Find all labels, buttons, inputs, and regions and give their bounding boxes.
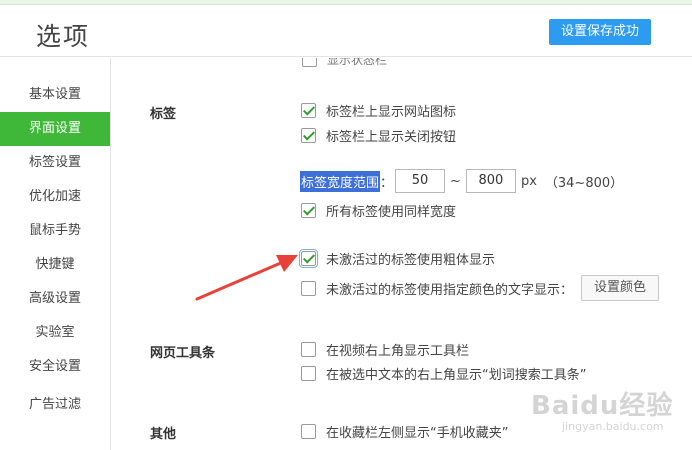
mobile-favorites-checkbox[interactable] [301, 424, 316, 439]
video-toolbar-checkbox[interactable] [301, 342, 316, 357]
tabs-section-title: 标签 [150, 107, 177, 122]
same-width-label: 所有标签使用同样宽度 [326, 205, 457, 220]
page-title: 选项 [36, 22, 91, 51]
save-status-button[interactable]: 设置保存成功 [549, 19, 651, 45]
inactive-color-row[interactable]: 未激活过的标签使用指定颜色的文字显示： 设置颜色 [301, 275, 660, 301]
sidebar: 基本设置 界面设置 标签设置 优化加速 鼠标手势 快捷键 高级设置 实验室 安全… [0, 58, 111, 450]
mobile-favorites-label: 在收藏栏左侧显示“手机收藏夹” [326, 426, 509, 441]
sidebar-item-gestures[interactable]: 鼠标手势 [0, 214, 110, 248]
inactive-bold-label: 未激活过的标签使用粗体显示 [326, 253, 496, 268]
tab-width-separator: ~ [450, 173, 461, 189]
show-close-button-label: 标签栏上显示关闭按钮 [326, 130, 457, 145]
status-bar-checkbox[interactable] [302, 58, 317, 67]
sidebar-item-advanced[interactable]: 高级设置 [0, 282, 110, 316]
show-site-icon-label: 标签栏上显示网站图标 [326, 105, 457, 120]
sidebar-item-basic[interactable]: 基本设置 [0, 78, 110, 112]
inactive-bold-row[interactable]: 未激活过的标签使用粗体显示 [299, 249, 496, 268]
tab-width-unit: px [520, 173, 537, 189]
watermark-brand: Baidu经验 [531, 391, 674, 421]
partial-top-row: 显示状态栏 [302, 58, 387, 68]
tab-width-range-row: 标签宽度范围 ： 50 ~ 800 px （34~800） [300, 169, 623, 193]
tab-width-range-colon: ： [380, 175, 394, 191]
show-site-icon-row[interactable]: 标签栏上显示网站图标 [301, 101, 456, 120]
selection-toolbar-checkbox[interactable] [301, 366, 316, 381]
video-toolbar-row[interactable]: 在视频右上角显示工具栏 [301, 340, 469, 359]
tab-width-max-input[interactable]: 800 [465, 169, 516, 193]
inactive-bold-checkbox[interactable] [299, 249, 318, 268]
header: 选项 设置保存成功 [0, 5, 692, 57]
sidebar-item-security[interactable]: 安全设置 [0, 350, 110, 384]
set-color-button[interactable]: 设置颜色 [581, 275, 660, 301]
mobile-favorites-row[interactable]: 在收藏栏左侧显示“手机收藏夹” [301, 422, 508, 441]
sidebar-item-labs[interactable]: 实验室 [0, 316, 110, 350]
inactive-color-label: 未激活过的标签使用指定颜色的文字显示： [326, 282, 574, 298]
tab-width-range-label: 标签宽度范围 [300, 170, 381, 192]
sidebar-item-adblock[interactable]: 广告过滤 [0, 388, 110, 422]
watermark-url: jingyan.baidu.com [562, 420, 664, 433]
tab-width-min-input[interactable]: 50 [395, 169, 446, 193]
same-width-checkbox[interactable] [301, 203, 316, 218]
sidebar-item-tabs[interactable]: 标签设置 [0, 146, 110, 180]
sidebar-item-optimize[interactable]: 优化加速 [0, 180, 110, 214]
show-close-button-row[interactable]: 标签栏上显示关闭按钮 [301, 126, 456, 145]
show-site-icon-checkbox[interactable] [301, 103, 316, 118]
sidebar-item-interface[interactable]: 界面设置 [0, 112, 110, 146]
sidebar-item-shortcuts[interactable]: 快捷键 [0, 248, 110, 282]
video-toolbar-label: 在视频右上角显示工具栏 [326, 344, 470, 359]
show-close-button-checkbox[interactable] [301, 128, 316, 143]
inactive-color-checkbox[interactable] [301, 280, 316, 296]
other-section-title: 其他 [150, 427, 177, 442]
selection-toolbar-label: 在被选中文本的右上角显示“划词搜索工具条” [326, 368, 587, 383]
tab-width-hint: （34~800） [544, 175, 624, 191]
toolbar-section-title: 网页工具条 [150, 346, 216, 361]
selection-toolbar-row[interactable]: 在被选中文本的右上角显示“划词搜索工具条” [301, 364, 586, 383]
status-bar-label: 显示状态栏 [327, 58, 388, 67]
same-width-row[interactable]: 所有标签使用同样宽度 [301, 201, 456, 220]
